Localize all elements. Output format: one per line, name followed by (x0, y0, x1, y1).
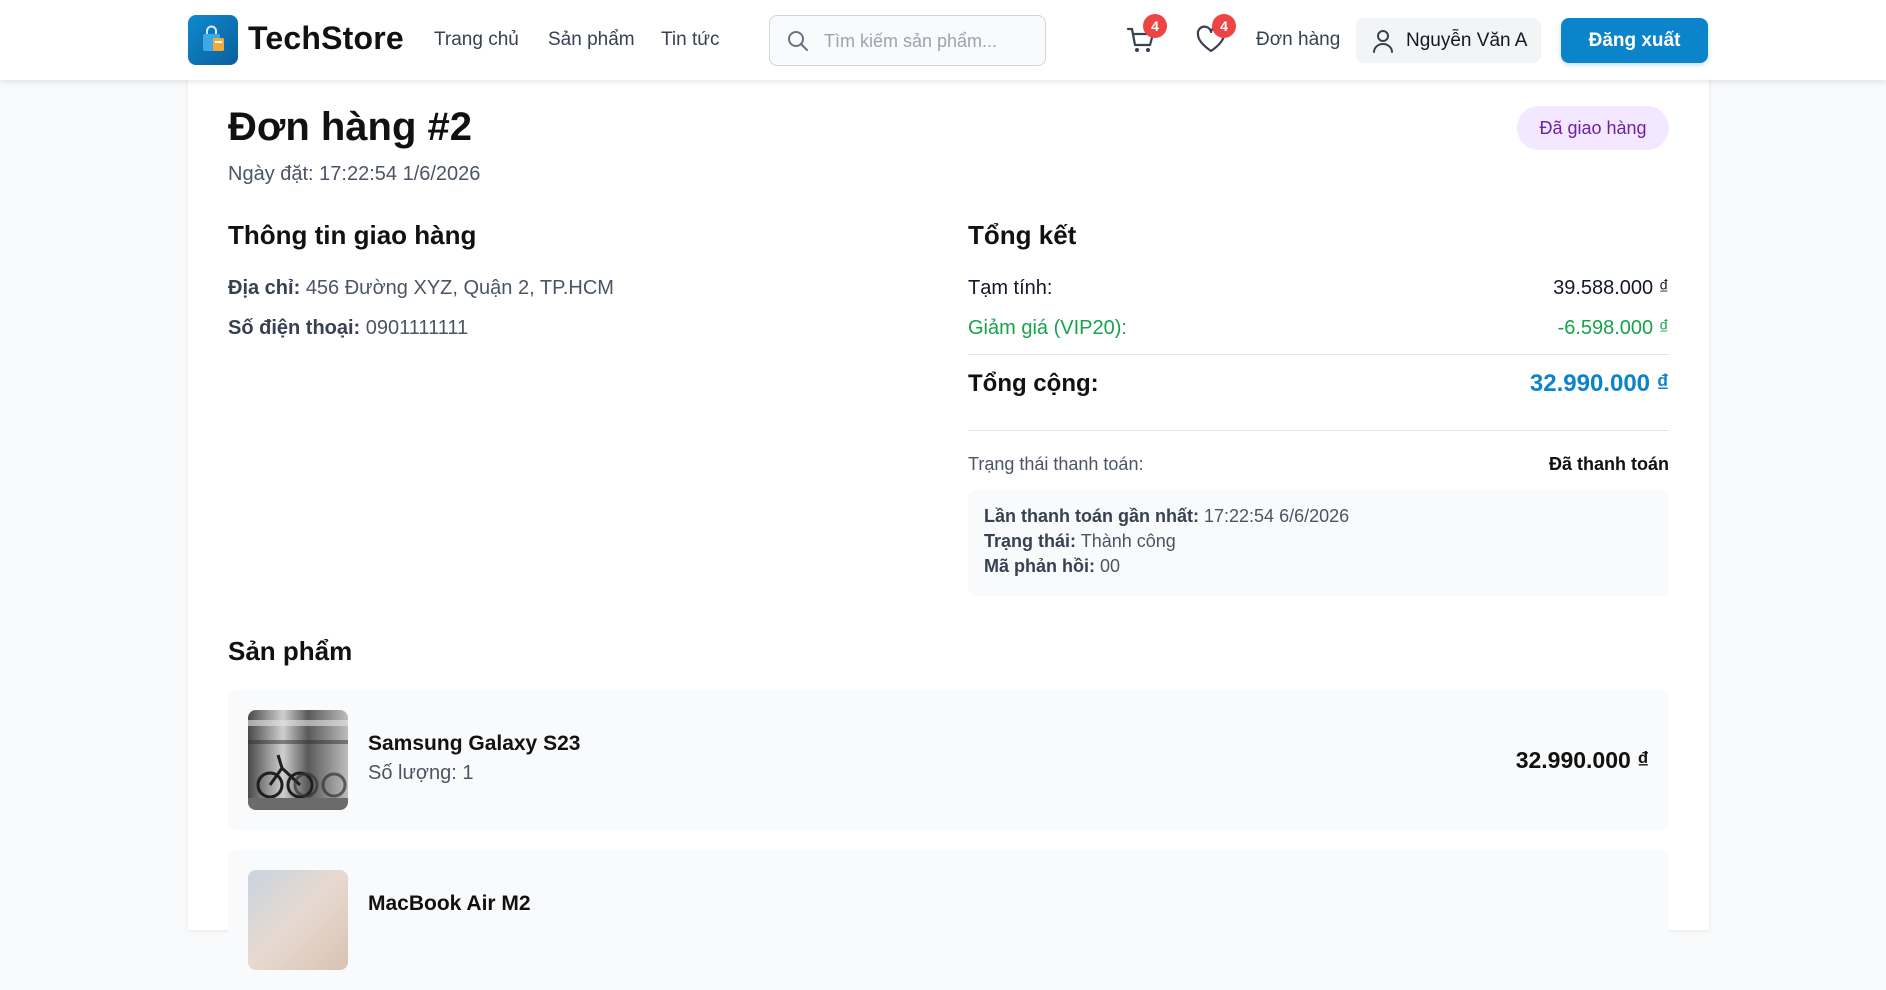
user-icon (1372, 29, 1394, 58)
search-icon (786, 29, 810, 58)
last-payment-value: 17:22:54 6/6/2026 (1204, 506, 1350, 526)
search-box (769, 15, 1046, 66)
discount-value: -6.598.000 ₫ (1557, 317, 1669, 339)
phone-label: Số điện thoại: (228, 317, 361, 339)
nav-orders[interactable]: Đơn hàng (1256, 29, 1340, 51)
status-badge: Đã giao hàng (1517, 106, 1669, 150)
last-payment-label: Lần thanh toán gần nhất: (984, 506, 1199, 526)
page-title: Đơn hàng #2 (228, 105, 473, 149)
address-value: 456 Đường XYZ, Quận 2, TP.HCM (305, 277, 614, 299)
response-code-label: Mã phản hồi: (984, 556, 1095, 576)
product-quantity: Số lượng: 1 (368, 762, 474, 784)
products-title: Sản phẩm (228, 636, 353, 666)
payment-details-box: Lần thanh toán gần nhất: 17:22:54 6/6/20… (968, 490, 1669, 596)
nav-news[interactable]: Tin tức (661, 29, 719, 51)
shipping-phone: Số điện thoại: 0901111111 (228, 317, 468, 340)
order-date: Ngày đặt: 17:22:54 1/6/2026 (228, 163, 481, 185)
user-name: Nguyễn Văn A (1406, 30, 1528, 51)
product-image[interactable] (248, 710, 348, 810)
payment-state-label: Trạng thái: (984, 531, 1077, 551)
subtotal-value: 39.588.000 ₫ (1553, 277, 1669, 299)
phone-value: 0901111111 (365, 317, 469, 339)
user-menu-button[interactable]: Nguyễn Văn A (1356, 18, 1541, 63)
nav-home[interactable]: Trang chủ (434, 29, 519, 51)
list-item: Samsung Galaxy S23 Số lượng: 1 32.990.00… (228, 690, 1669, 830)
address-label: Địa chỉ: (228, 277, 301, 299)
payment-state-value: Thành công (1080, 531, 1176, 551)
product-name[interactable]: MacBook Air M2 (368, 892, 531, 916)
product-image[interactable] (248, 870, 348, 970)
search-input[interactable] (824, 26, 1034, 56)
top-navbar: TechStore Trang chủ Sản phẩm Tin tức 4 4… (0, 0, 1886, 80)
wishlist-count-badge: 4 (1212, 14, 1236, 38)
payment-status-value: Đã thanh toán (1549, 454, 1669, 474)
payment-status-label: Trạng thái thanh toán: (968, 454, 1144, 474)
total-label: Tổng cộng: (968, 370, 1099, 397)
brand-name[interactable]: TechStore (248, 20, 404, 57)
subtotal-label: Tạm tính: (968, 277, 1053, 299)
discount-label: Giảm giá (VIP20): (968, 317, 1127, 339)
summary-divider (968, 354, 1669, 355)
shipping-address: Địa chỉ: 456 Đường XYZ, Quận 2, TP.HCM (228, 277, 614, 300)
shipping-title: Thông tin giao hàng (228, 220, 477, 250)
product-price: 32.990.000 ₫ (1515, 747, 1649, 773)
total-value: 32.990.000 ₫ (1529, 370, 1669, 397)
order-detail-card: Đơn hàng #2 Ngày đặt: 17:22:54 1/6/2026 … (188, 70, 1709, 990)
response-code-row: Mã phản hồi: 00 (984, 556, 1120, 577)
cart-count-badge: 4 (1143, 14, 1167, 38)
summary-title: Tổng kết (968, 220, 1077, 250)
logo-icon[interactable] (188, 15, 238, 65)
response-code-value: 00 (1100, 556, 1121, 576)
payment-divider (968, 430, 1669, 431)
last-payment-row: Lần thanh toán gần nhất: 17:22:54 6/6/20… (984, 506, 1349, 527)
list-item: MacBook Air M2 (228, 850, 1669, 990)
payment-state-row: Trạng thái: Thành công (984, 531, 1176, 552)
nav-products[interactable]: Sản phẩm (548, 29, 635, 51)
logout-button[interactable]: Đăng xuất (1561, 18, 1708, 63)
product-name[interactable]: Samsung Galaxy S23 (368, 732, 580, 756)
